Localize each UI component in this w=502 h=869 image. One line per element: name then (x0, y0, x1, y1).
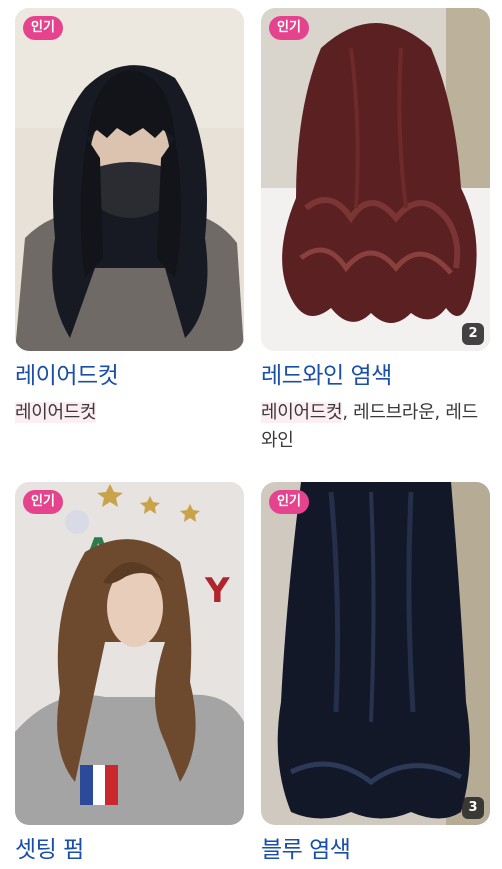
style-tags: 레이어드컷 (15, 399, 244, 427)
style-title[interactable]: 레드와인 염색 (261, 361, 490, 391)
style-card[interactable]: 인기 3 블루 염색 (261, 482, 490, 865)
popular-badge: 인기 (23, 16, 63, 40)
style-title[interactable]: 셋팅 펌 (15, 835, 244, 865)
style-card[interactable]: 인기 2 레드와인 염색 레이어드컷, 레드브라운, 레드와인 (261, 8, 490, 455)
hair-photo-image (15, 8, 244, 351)
style-thumbnail[interactable]: A Y 인기 (15, 482, 244, 825)
style-tags: 레이어드컷, 레드브라운, 레드와인 (261, 399, 490, 455)
photo-count-badge: 3 (462, 797, 484, 819)
svg-text:Y: Y (204, 571, 230, 611)
style-thumbnail[interactable]: 인기 3 (261, 482, 490, 825)
tag-separator: , (342, 402, 354, 423)
hair-photo-image (261, 482, 490, 825)
style-thumbnail[interactable]: 인기 2 (261, 8, 490, 351)
tag-item[interactable]: 레이어드컷 (261, 402, 343, 423)
popular-badge: 인기 (269, 16, 309, 40)
style-card[interactable]: 인기 레이어드컷 레이어드컷 (15, 8, 244, 427)
popular-badge: 인기 (269, 490, 309, 514)
tag-separator: , (434, 402, 446, 423)
tag-item[interactable]: 레이어드컷 (15, 402, 97, 423)
style-title[interactable]: 블루 염색 (261, 835, 490, 865)
hair-photo-image (261, 8, 490, 351)
hair-photo-image: A Y (15, 482, 244, 825)
style-title[interactable]: 레이어드컷 (15, 361, 244, 391)
tag-item[interactable]: 레드브라운 (353, 402, 435, 423)
popular-badge: 인기 (23, 490, 63, 514)
photo-count-badge: 2 (462, 323, 484, 345)
style-thumbnail[interactable]: 인기 (15, 8, 244, 351)
style-card[interactable]: A Y 인기 셋팅 펌 (15, 482, 244, 865)
